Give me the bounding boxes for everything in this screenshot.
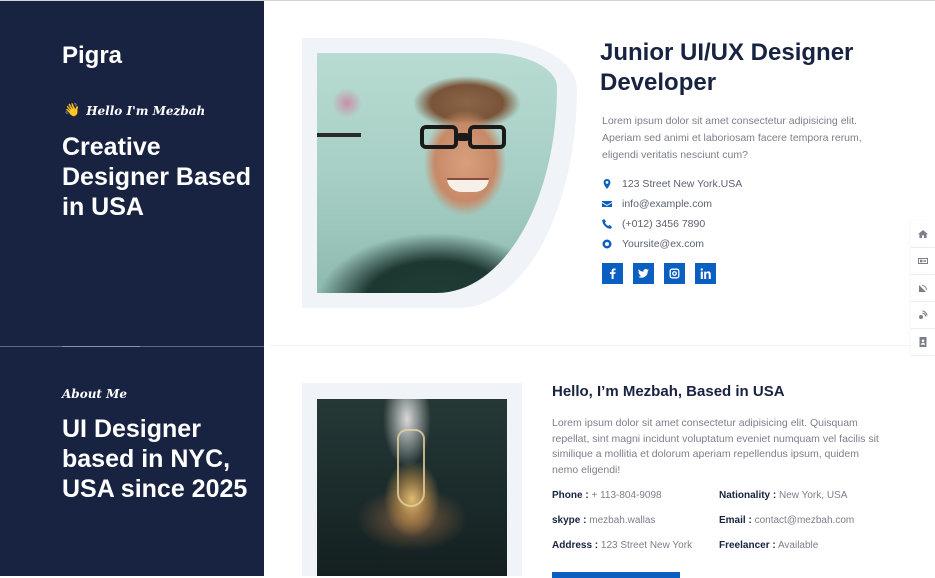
info-phone: Phone : + 113-804-9098: [552, 490, 719, 502]
twitter-icon: [638, 268, 649, 278]
light-bulb-shape: [397, 429, 425, 507]
nav-services[interactable]: [911, 275, 935, 302]
info-label: Freelancer :: [719, 540, 776, 551]
twitter-button[interactable]: [633, 263, 654, 284]
info-value: mezbah.wallas: [589, 515, 656, 526]
glasses-shape: [420, 125, 510, 151]
greeting-text: Hello I'm Mezbah: [86, 103, 206, 118]
instagram-button[interactable]: [664, 263, 685, 284]
nav-about[interactable]: [911, 248, 935, 275]
contact-book-icon: [919, 337, 927, 347]
id-card-icon: [918, 258, 928, 264]
section-divider: [270, 345, 910, 346]
facebook-button[interactable]: [602, 263, 623, 284]
contact-phone-text: (+012) 3456 7890: [622, 218, 706, 230]
social-links: [602, 263, 716, 284]
facebook-icon: [609, 268, 616, 279]
wifi-signal-icon: [919, 310, 928, 319]
contact-address-text: 123 Street New York.USA: [622, 178, 743, 190]
nav-home[interactable]: [911, 221, 935, 248]
info-label: skype :: [552, 515, 587, 526]
satellite-dish-icon: [919, 285, 927, 292]
contact-list: 123 Street New York.USA info@example.com…: [602, 174, 742, 254]
about-cta-button[interactable]: [552, 572, 680, 578]
instagram-icon: [669, 268, 680, 279]
info-label: Address :: [552, 540, 599, 551]
greeting: 👋 Hello I'm Mezbah: [64, 103, 205, 118]
globe-icon: [602, 239, 622, 249]
about-kicker: About Me: [62, 387, 128, 401]
envelope-icon: [602, 199, 622, 209]
info-address: Address : 123 Street New York: [552, 540, 719, 552]
linkedin-button[interactable]: [695, 263, 716, 284]
info-label: Email :: [719, 515, 752, 526]
info-value: + 113-804-9098: [591, 490, 662, 501]
linkedin-icon: [700, 268, 711, 279]
info-value: New York, USA: [779, 490, 848, 501]
personal-info: Phone : + 113-804-9098 Nationality : New…: [552, 490, 882, 552]
info-freelancer: Freelancer : Available: [719, 540, 882, 552]
contact-email[interactable]: info@example.com: [602, 194, 742, 214]
contact-website-text: Yoursite@ex.com: [622, 238, 705, 250]
smile-shape: [447, 178, 489, 192]
waving-hand-icon: 👋: [64, 103, 81, 118]
hero-description: Lorem ipsum dolor sit amet consectetur a…: [602, 115, 862, 161]
job-title: Junior UI/UX Designer Developer: [600, 39, 854, 96]
info-label: Phone :: [552, 490, 589, 501]
info-value: contact@mezbah.com: [754, 515, 855, 526]
floating-nav: [911, 221, 935, 356]
hero-title: Creative Designer Based in USA: [62, 133, 251, 221]
home-icon: [918, 230, 928, 238]
about-photo: [317, 399, 507, 576]
info-nationality: Nationality : New York, USA: [719, 490, 882, 502]
contact-email-text: info@example.com: [622, 198, 713, 210]
about-title: UI Designer based in NYC, USA since 2025: [62, 415, 248, 503]
nav-contact[interactable]: [911, 329, 935, 356]
info-value: 123 Street New York: [600, 540, 693, 551]
map-marker-icon: [602, 179, 622, 189]
contact-website[interactable]: Yoursite@ex.com: [602, 234, 742, 254]
info-email: Email : contact@mezbah.com: [719, 515, 882, 527]
phone-icon: [602, 219, 622, 229]
sidebar-divider-accent: [62, 346, 140, 347]
info-skype: skype : mezbah.wallas: [552, 515, 719, 527]
info-value: Available: [777, 540, 819, 551]
contact-phone[interactable]: (+012) 3456 7890: [602, 214, 742, 234]
background-shelf: [317, 133, 361, 137]
about-description: Lorem ipsum dolor sit amet consectetur a…: [552, 417, 879, 476]
about-heading: Hello, I’m Mezbah, Based in USA: [552, 383, 785, 400]
nav-blog[interactable]: [911, 302, 935, 329]
brand-logo[interactable]: Pigra: [62, 42, 122, 70]
info-label: Nationality :: [719, 490, 777, 501]
window-top-border: [0, 0, 935, 1]
contact-address: 123 Street New York.USA: [602, 174, 742, 194]
